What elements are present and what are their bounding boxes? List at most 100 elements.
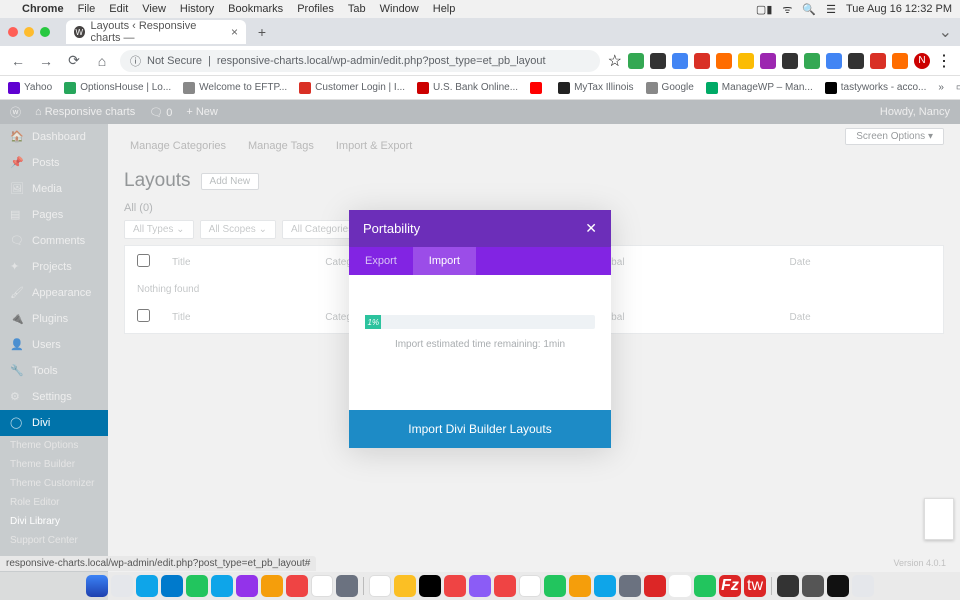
dock-trash-icon[interactable] (852, 575, 874, 597)
other-bookmarks[interactable]: ▭Other Bookmarks (956, 82, 960, 93)
extension-icon[interactable] (870, 53, 886, 69)
dock-app-icon[interactable] (802, 575, 824, 597)
extension-icon[interactable] (672, 53, 688, 69)
dock-appletv-icon[interactable] (419, 575, 441, 597)
wp-admin: ⓦ ⌂ Responsive charts 🗨 0 + New Howdy, N… (0, 100, 960, 600)
mac-clock[interactable]: Tue Aug 16 12:32 PM (846, 3, 952, 15)
bookmark-icon (825, 82, 837, 94)
dock-app-icon[interactable] (569, 575, 591, 597)
url-input[interactable]: ⓘ Not Secure | responsive-charts.local/w… (120, 50, 600, 72)
import-layouts-button[interactable]: Import Divi Builder Layouts (349, 410, 611, 448)
bookmarks-overflow[interactable]: » (938, 82, 944, 93)
close-window-button[interactable] (8, 27, 18, 37)
extension-icon[interactable] (694, 53, 710, 69)
profile-avatar[interactable]: N (914, 53, 930, 69)
back-button[interactable]: ← (8, 53, 28, 69)
dock-podcasts-icon[interactable] (469, 575, 491, 597)
mac-menu-item[interactable]: Help (433, 3, 456, 15)
dock-app-icon[interactable] (336, 575, 358, 597)
forward-button[interactable]: → (36, 53, 56, 69)
extension-icon[interactable] (848, 53, 864, 69)
minimize-window-button[interactable] (24, 27, 34, 37)
dock-app-icon[interactable] (236, 575, 258, 597)
mac-menu-item[interactable]: Tab (348, 3, 366, 15)
dock-app-icon[interactable] (827, 575, 849, 597)
bookmark-item[interactable]: U.S. Bank Online... (417, 82, 518, 94)
dock-music-icon[interactable] (444, 575, 466, 597)
extension-icon[interactable] (628, 53, 644, 69)
tabs-menu-button[interactable]: ⌄ (939, 22, 952, 42)
dock-app-icon[interactable] (519, 575, 541, 597)
bookmark-item[interactable]: MyTax Illinois (558, 82, 633, 94)
new-tab-button[interactable]: + (252, 22, 272, 42)
extension-icon[interactable] (760, 53, 776, 69)
extension-icon[interactable] (716, 53, 732, 69)
mac-app-name[interactable]: Chrome (22, 3, 64, 15)
bookmark-icon (183, 82, 195, 94)
dock-app-icon[interactable]: tw (744, 575, 766, 597)
extension-icon[interactable] (738, 53, 754, 69)
search-icon[interactable]: 🔍 (802, 3, 816, 16)
modal-tab-import[interactable]: Import (413, 247, 476, 275)
dock-vscode-icon[interactable] (161, 575, 183, 597)
control-center-icon[interactable]: ☰ (826, 3, 836, 16)
bookmark-item[interactable]: Google (646, 82, 694, 94)
extension-icon[interactable] (804, 53, 820, 69)
mac-menu-item[interactable]: Bookmarks (228, 3, 283, 15)
modal-overlay: Portability ✕ Export Import 1% Import es… (0, 100, 960, 600)
import-progress-bar: 1% (365, 315, 595, 329)
bookmark-item[interactable]: Customer Login | I... (299, 82, 405, 94)
dock-settings-icon[interactable] (619, 575, 641, 597)
dock-app-icon[interactable] (544, 575, 566, 597)
maximize-window-button[interactable] (40, 27, 50, 37)
mac-menu-item[interactable]: File (78, 3, 96, 15)
dock-launchpad-icon[interactable] (111, 575, 133, 597)
bookmark-icon (558, 82, 570, 94)
dock-messages-icon[interactable] (186, 575, 208, 597)
dock-calendar-icon[interactable] (311, 575, 333, 597)
mac-menu-item[interactable]: Edit (109, 3, 128, 15)
site-info-icon[interactable]: ⓘ (130, 53, 141, 69)
extension-icon[interactable] (826, 53, 842, 69)
mac-menu-item[interactable]: Profiles (297, 3, 334, 15)
bookmark-item[interactable]: tastyworks - acco... (825, 82, 927, 94)
bookmark-item[interactable] (530, 82, 546, 94)
battery-icon: ▢▮ (756, 3, 772, 16)
dock-news-icon[interactable] (494, 575, 516, 597)
dock-appstore-icon[interactable] (594, 575, 616, 597)
tab-close-button[interactable]: × (231, 25, 238, 39)
mac-menu-item[interactable]: Window (380, 3, 419, 15)
bookmark-item[interactable]: Welcome to EFTP... (183, 82, 287, 94)
thumbnail-preview (924, 498, 954, 540)
bookmark-item[interactable]: OptionsHouse | Lo... (64, 82, 171, 94)
dock-chrome-icon[interactable] (669, 575, 691, 597)
dock-app-icon[interactable] (694, 575, 716, 597)
mac-menu-item[interactable]: View (142, 3, 166, 15)
dock-safari-icon[interactable] (136, 575, 158, 597)
bookmarks-bar: Yahoo OptionsHouse | Lo... Welcome to EF… (0, 76, 960, 100)
tab-title: Layouts ‹ Responsive charts — (91, 20, 225, 44)
chrome-menu-button[interactable]: ⋮ (936, 51, 952, 71)
browser-tab[interactable]: W Layouts ‹ Responsive charts — × (66, 20, 246, 44)
dock-finder-icon[interactable] (86, 575, 108, 597)
extension-icon[interactable] (650, 53, 666, 69)
bookmark-item[interactable]: ManageWP – Man... (706, 82, 813, 94)
modal-tab-export[interactable]: Export (349, 247, 413, 275)
dock-reminders-icon[interactable] (369, 575, 391, 597)
home-button[interactable]: ⌂ (92, 53, 112, 69)
extension-icon[interactable] (782, 53, 798, 69)
star-icon[interactable]: ☆ (608, 51, 622, 71)
dock-notes-icon[interactable] (394, 575, 416, 597)
yahoo-icon (8, 82, 20, 94)
dock-terminal-icon[interactable] (777, 575, 799, 597)
dock-app-icon[interactable] (286, 575, 308, 597)
extension-icon[interactable] (892, 53, 908, 69)
dock-mail-icon[interactable] (211, 575, 233, 597)
reload-button[interactable]: ⟳ (64, 52, 84, 69)
modal-close-button[interactable]: ✕ (585, 220, 597, 237)
bookmark-item[interactable]: Yahoo (8, 82, 52, 94)
dock-filezilla-icon[interactable]: Fz (719, 575, 741, 597)
dock-app-icon[interactable] (644, 575, 666, 597)
dock-app-icon[interactable] (261, 575, 283, 597)
mac-menu-item[interactable]: History (180, 3, 214, 15)
